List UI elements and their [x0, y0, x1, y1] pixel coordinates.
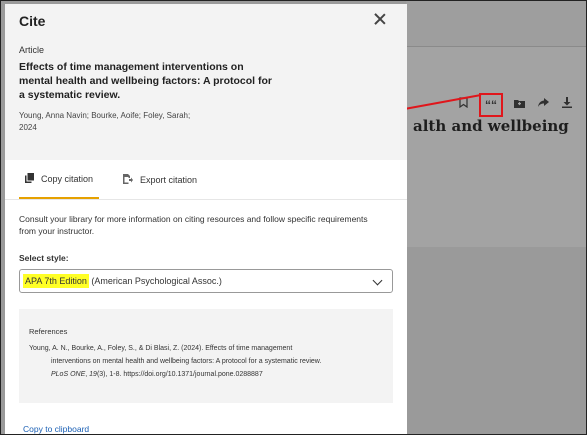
tab-export-citation-label: Export citation [140, 174, 198, 185]
article-title: Effects of time management interventions… [19, 61, 272, 101]
share-icon[interactable] [538, 97, 549, 112]
style-description: (American Psychological Assoc.) [88, 276, 222, 286]
citation-style-select[interactable]: APA 7th Edition (American Psychological … [19, 269, 393, 293]
screenshot-frame: ““ alth and wellbeing Cite Article Effec… [0, 0, 587, 435]
copy-icon [25, 172, 34, 185]
article-authors: Young, Anna Navin; Bourke, Aoife; Foley,… [19, 111, 191, 120]
tab-export-citation[interactable]: Export citation [117, 160, 203, 199]
copy-to-clipboard-link[interactable]: Copy to clipboard [23, 424, 89, 434]
background-content [406, 47, 586, 247]
reference-box: References Young, A. N., Bourke, A., Fol… [19, 309, 393, 403]
download-icon[interactable] [562, 97, 572, 112]
tab-copy-citation-label: Copy citation [41, 173, 94, 184]
citation-tabs: Copy citation Export citation [5, 160, 407, 200]
export-icon [123, 173, 134, 186]
reference-line-2: interventions on mental health and wellb… [51, 358, 322, 365]
reference-line-3: PLoS ONE, 19(3), 1-8. https://doi.org/10… [51, 371, 263, 378]
cite-panel: Cite Article Effects of time management … [5, 4, 407, 434]
background-topbar [406, 1, 586, 47]
reference-heading: References [29, 327, 68, 336]
reference-volume: 19 [89, 371, 97, 378]
style-select-label: Select style: [19, 253, 69, 263]
citation-intro-text: Consult your library for more informatio… [19, 214, 368, 236]
tab-copy-citation[interactable]: Copy citation [19, 160, 100, 199]
close-icon[interactable] [373, 12, 387, 26]
reference-journal: PLoS ONE [51, 371, 86, 378]
article-year: 2024 [19, 123, 37, 132]
style-highlight: APA 7th Edition [23, 274, 89, 288]
chevron-down-icon [372, 275, 383, 286]
panel-title: Cite [19, 13, 46, 29]
folder-icon[interactable] [514, 98, 525, 112]
reference-line-1: Young, A. N., Bourke, A., Foley, S., & D… [29, 345, 293, 352]
article-type-label: Article [19, 45, 45, 55]
cite-panel-header: Cite Article Effects of time management … [5, 4, 407, 160]
reference-pages-doi: (3), 1-8. https://doi.org/10.1371/journa… [96, 371, 263, 378]
